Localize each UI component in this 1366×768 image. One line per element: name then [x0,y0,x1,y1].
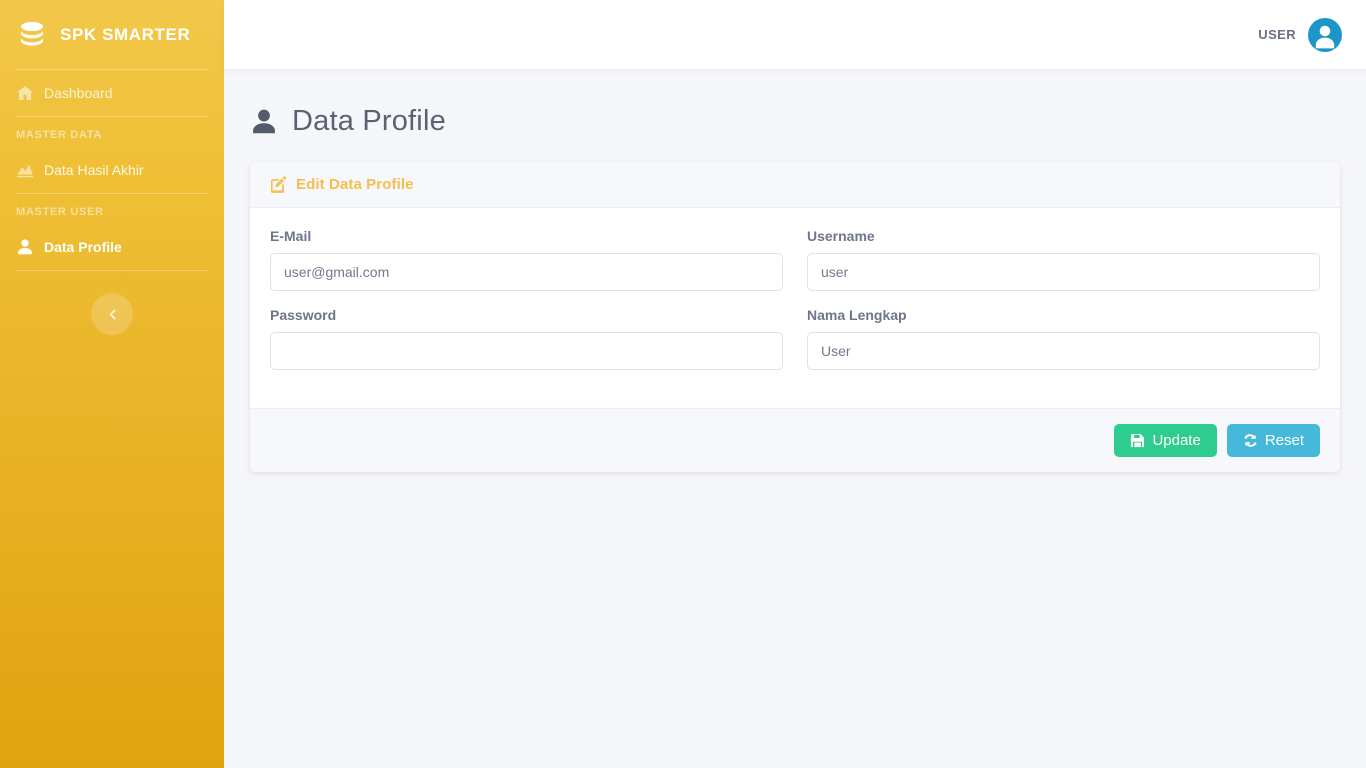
brand-name: SPK SMARTER [60,24,191,44]
sidebar-item-label: Data Hasil Akhir [44,162,144,178]
sidebar-item-dashboard[interactable]: Dashboard [0,70,224,116]
form-group-email: E-Mail [270,228,783,291]
update-button-label: Update [1152,432,1201,449]
sidebar: SPK SMARTER Dashboard MASTER DATA Data H… [0,0,224,768]
user-icon [16,238,34,256]
card-header-title: Edit Data Profile [296,176,414,193]
form-group-username: Username [807,228,1320,291]
user-avatar-icon [1308,18,1342,52]
reset-button[interactable]: Reset [1226,424,1320,457]
sidebar-collapse-button[interactable] [91,293,133,335]
avatar[interactable] [1308,17,1342,52]
home-icon [16,84,34,102]
topbar: USER [224,0,1366,69]
form-row-1: E-Mail Username [270,228,1320,307]
card-footer: Update Reset [250,408,1340,472]
user-icon [250,108,278,136]
update-button[interactable]: Update [1114,424,1217,457]
topbar-user-label: USER [1258,27,1296,42]
edit-pencil-square-icon [270,176,287,193]
sidebar-item-label: Dashboard [44,85,113,101]
edit-profile-card: Edit Data Profile E-Mail Username [250,162,1340,472]
form-group-nama-lengkap: Nama Lengkap [807,307,1320,370]
app-root: SPK SMARTER Dashboard MASTER DATA Data H… [0,0,1366,768]
save-icon [1130,433,1145,448]
form-row-2: Password Nama Lengkap [270,307,1320,386]
sidebar-section-master-data: MASTER DATA [16,129,103,141]
chevron-left-icon [106,308,119,321]
page-content: Data Profile Edit Data Profile E-Mail us… [224,69,1366,768]
database-icon [16,19,48,51]
nama-lengkap-label: Nama Lengkap [807,307,907,323]
page-title-text: Data Profile [292,105,446,137]
sidebar-item-data-hasil-akhir[interactable]: Data Hasil Akhir [0,147,224,193]
sync-icon [1243,433,1258,448]
reset-button-label: Reset [1264,432,1304,449]
chart-area-icon [16,161,34,179]
main-area: USER Data Profile Edit Data Profile E-Ma… [224,0,1366,768]
sidebar-item-data-profile[interactable]: Data Profile [0,224,224,270]
password-field[interactable] [270,332,783,370]
sidebar-section-master-user: MASTER USER [16,206,104,218]
password-label: Password [270,307,337,323]
brand[interactable]: SPK SMARTER [0,0,224,69]
username-field[interactable] [807,253,1320,291]
card-header: Edit Data Profile [250,162,1340,208]
nama-lengkap-field[interactable] [807,332,1320,370]
card-body: E-Mail Username Password [250,208,1340,408]
email-field[interactable] [270,253,783,291]
email-label: E-Mail [270,228,312,244]
page-title: Data Profile [250,105,1340,138]
username-label: Username [807,228,875,244]
sidebar-collapse-area [0,271,224,335]
form-group-password: Password [270,307,783,370]
sidebar-item-label: Data Profile [44,239,122,255]
